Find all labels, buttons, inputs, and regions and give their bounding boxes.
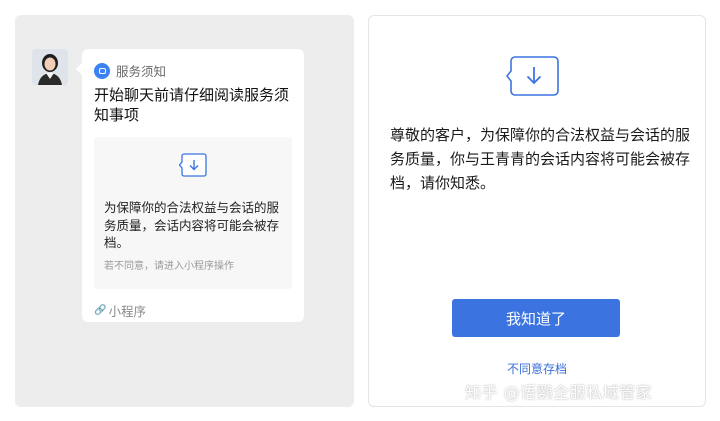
watermark: 知乎 @语鹦企服私域管家 [465,383,653,402]
chat-preview-panel: 服务须知 开始聊天前请仔细阅读服务须知事项 为保障你的合法权益与会话的服务质量，… [15,15,354,407]
archive-download-icon [179,153,207,177]
disagree-archive-link[interactable]: 不同意存档 [369,360,705,377]
acknowledge-button[interactable]: 我知道了 [452,299,620,337]
link-icon: 🔗 [94,305,107,316]
archive-notice-dialog: 尊敬的客户，为保障你的合法权益与会话的服务质量，你与王青青的会话内容将可能会被存… [368,15,706,407]
service-label: 服务须知 [116,64,167,79]
archive-download-icon [506,56,559,96]
bubble-title: 开始聊天前请仔细阅读服务须知事项 [94,86,290,124]
avatar-photo-icon [32,49,68,85]
service-header: 服务须知 [94,61,166,80]
miniprogram-footer[interactable]: 🔗 小程序 [94,301,146,320]
service-notice-icon [94,62,110,79]
avatar [32,49,68,85]
miniprogram-label: 小程序 [108,304,146,319]
notice-text: 尊敬的客户，为保障你的合法权益与会话的服务质量，你与王青青的会话内容将可能会被存… [390,126,691,192]
card-sub-text: 若不同意，请进入小程序操作 [104,261,234,272]
message-bubble[interactable]: 服务须知 开始聊天前请仔细阅读服务须知事项 为保障你的合法权益与会话的服务质量，… [76,49,304,322]
card-text: 为保障你的合法权益与会话的服务质量，会话内容将可能会被存档。 [104,200,280,250]
miniprogram-card[interactable]: 为保障你的合法权益与会话的服务质量，会话内容将可能会被存档。 若不同意，请进入小… [94,137,292,289]
